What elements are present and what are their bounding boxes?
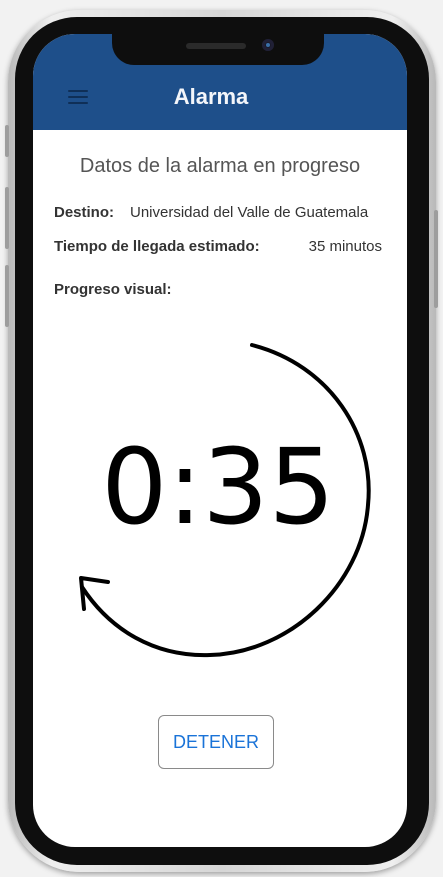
camera-icon — [262, 39, 274, 51]
destination-label: Destino: — [54, 204, 114, 221]
progress-label: Progreso visual: — [54, 281, 172, 298]
phone-notch — [112, 25, 324, 65]
eta-label: Tiempo de llegada estimado: — [54, 238, 260, 255]
timer-display: 0:35 — [101, 426, 335, 548]
side-button-volume-down — [5, 265, 9, 327]
countdown-timer-graphic: 0:35 — [79, 343, 371, 658]
side-button-mute — [5, 125, 9, 157]
destination-value: Universidad del Valle de Guatemala — [130, 204, 369, 221]
side-button-volume-up — [5, 187, 9, 249]
eta-value: 35 minutos — [308, 238, 382, 255]
section-title: Datos de la alarma en progreso — [79, 155, 361, 177]
speaker-grille — [186, 43, 246, 49]
side-button-power — [434, 210, 438, 308]
app-title: Alarma — [173, 84, 249, 109]
stop-button[interactable]: DETENER — [158, 715, 274, 769]
